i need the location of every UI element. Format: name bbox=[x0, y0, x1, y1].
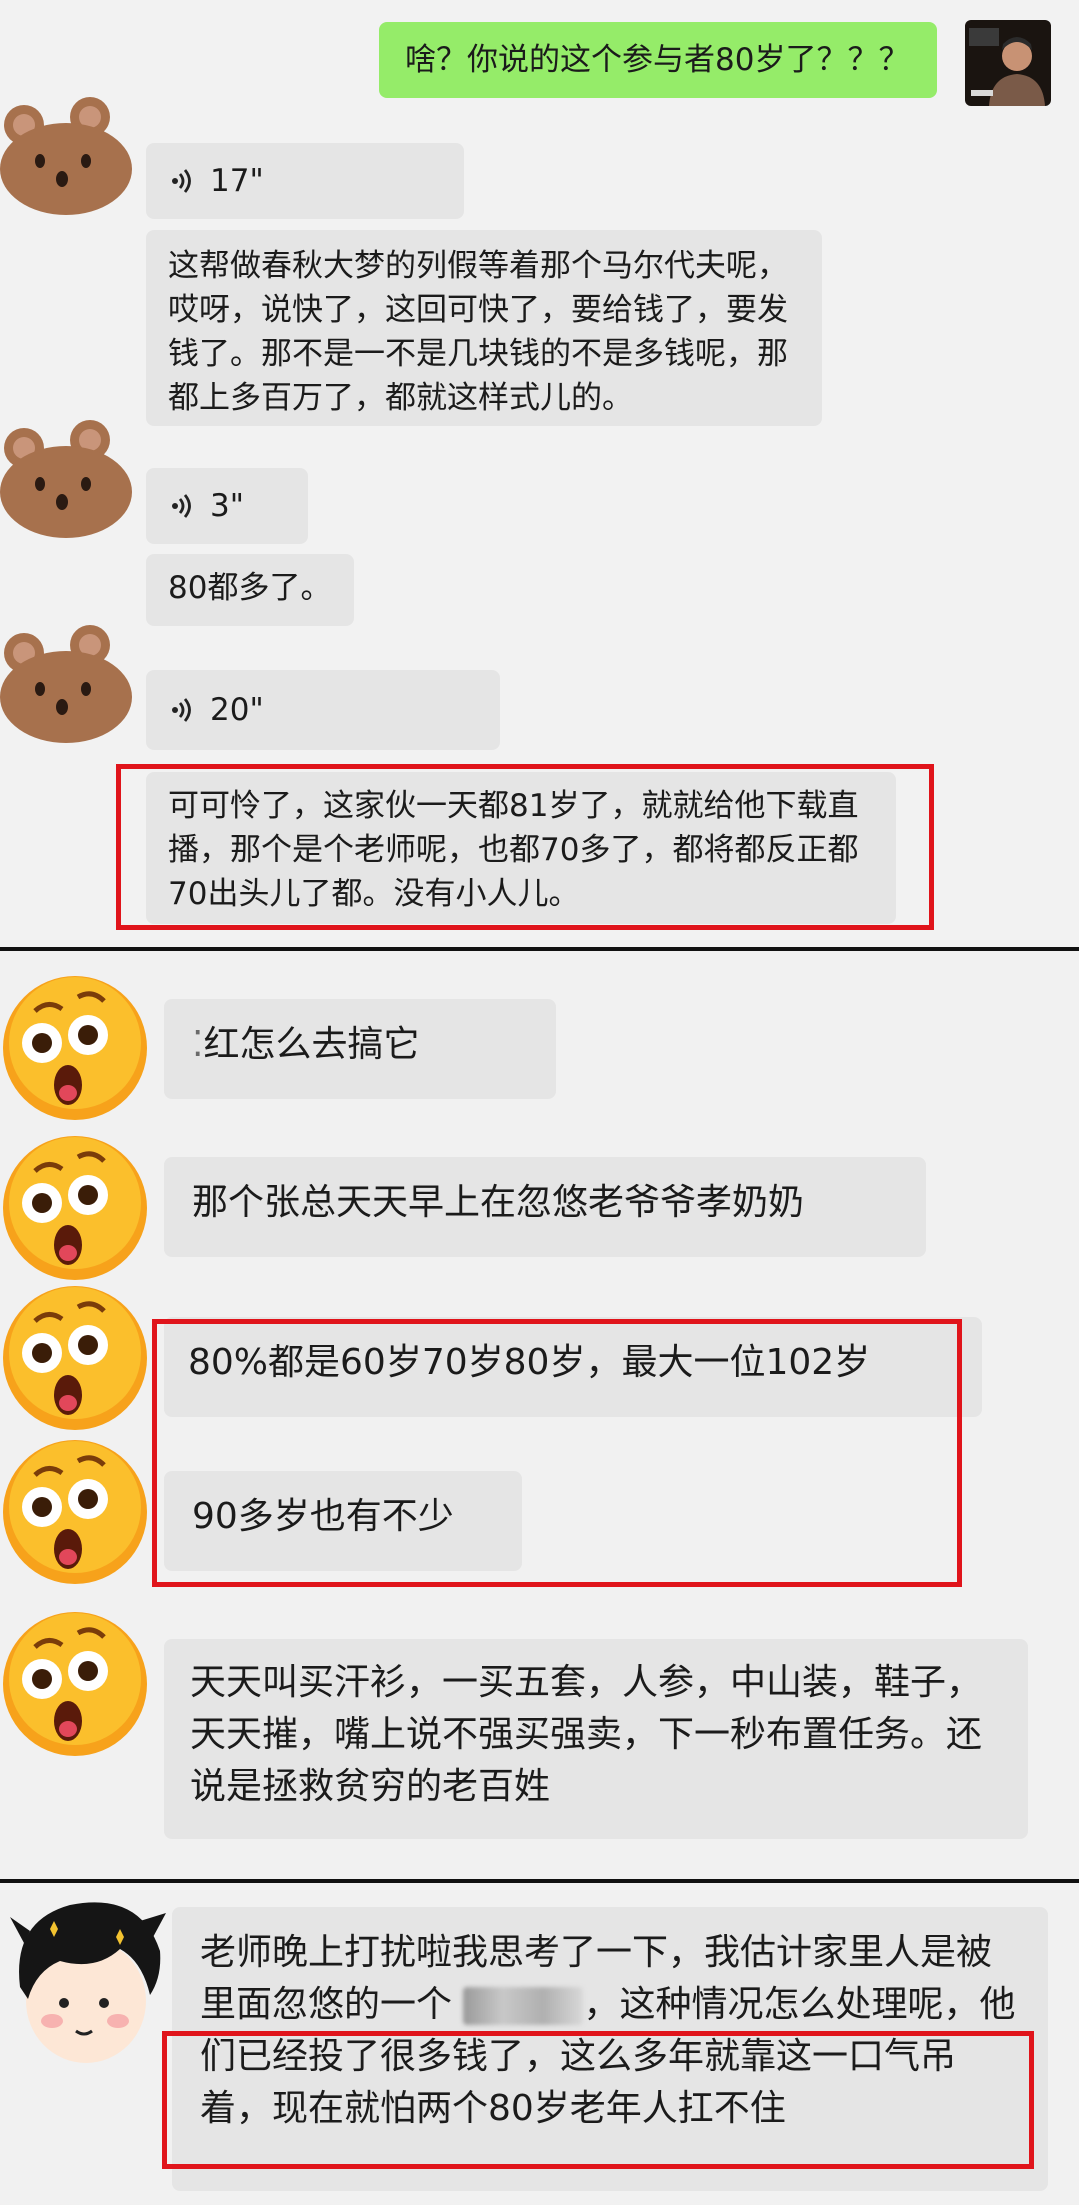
outgoing-message-bubble[interactable]: 啥？你说的这个参与者80岁了？？？ bbox=[379, 22, 937, 98]
highlight-box bbox=[152, 1319, 962, 1587]
user-photo-avatar[interactable] bbox=[965, 20, 1051, 106]
shocked-emoji-avatar[interactable] bbox=[0, 973, 150, 1123]
redacted-text bbox=[463, 1987, 584, 2025]
voice-duration: 3" bbox=[210, 488, 244, 524]
outgoing-message-text: 啥？你说的这个参与者80岁了？？？ bbox=[405, 42, 910, 78]
voice-message-17[interactable]: 17" bbox=[146, 143, 464, 219]
shocked-emoji-avatar[interactable] bbox=[0, 1283, 150, 1433]
message-bubble[interactable]: 那个张总天天早上在忽悠老爷爷孝奶奶 bbox=[164, 1157, 926, 1257]
highlight-box bbox=[116, 764, 934, 930]
bear-avatar[interactable] bbox=[0, 418, 142, 538]
voice-message-3[interactable]: 3" bbox=[146, 468, 308, 544]
voice-duration: 17" bbox=[210, 163, 264, 199]
message-text: 红怎么去搞它 bbox=[203, 1024, 420, 1065]
message-text: 这帮做春秋大梦的列假等着那个马尔代夫呢，哎呀，说快了，这回可快了，要给钱了，要发… bbox=[168, 248, 788, 416]
message-text: 那个张总天天早上在忽悠老爷爷孝奶奶 bbox=[192, 1182, 805, 1223]
bear-avatar[interactable] bbox=[0, 623, 142, 743]
highlight-box bbox=[162, 2031, 1034, 2169]
message-bubble[interactable]: 这帮做春秋大梦的列假等着那个马尔代夫呢，哎呀，说快了，这回可快了，要给钱了，要发… bbox=[146, 230, 822, 426]
bear-avatar[interactable] bbox=[0, 95, 142, 215]
chat-screenshot-3: 老师晚上打扰啦我思考了一下，我估计家里人是被里面忽悠的一个 ，这种情况怎么处理呢… bbox=[0, 1883, 1079, 2205]
message-bubble[interactable]: ⁚红怎么去搞它 bbox=[164, 999, 556, 1099]
cartoon-boy-avatar[interactable] bbox=[0, 1891, 172, 2071]
message-text: 80都多了。 bbox=[168, 570, 332, 606]
voice-wave-icon bbox=[172, 698, 191, 722]
message-bubble[interactable]: 80都多了。 bbox=[146, 554, 354, 626]
message-bubble[interactable]: 天天叫买汗衫，一买五套，人参，中山装，鞋子，天天摧，嘴上说不强买强卖，下一秒布置… bbox=[164, 1639, 1028, 1839]
shocked-emoji-avatar[interactable] bbox=[0, 1133, 150, 1283]
chat-screenshot-2: ⁚红怎么去搞它 那个张总天天早上在忽悠老爷爷孝奶奶 80%都是60岁70岁80岁… bbox=[0, 951, 1079, 1879]
voice-wave-icon bbox=[172, 169, 191, 193]
shocked-emoji-avatar[interactable] bbox=[0, 1437, 150, 1587]
chat-screenshot-1: 啥？你说的这个参与者80岁了？？？ 17" 这帮做春秋大梦的列假等着那个马尔代夫… bbox=[0, 0, 1079, 947]
shocked-emoji-avatar[interactable] bbox=[0, 1609, 150, 1759]
voice-message-20[interactable]: 20" bbox=[146, 670, 500, 750]
voice-duration: 20" bbox=[210, 692, 264, 728]
voice-wave-icon bbox=[172, 494, 191, 518]
message-text: 天天叫买汗衫，一买五套，人参，中山装，鞋子，天天摧，嘴上说不强买强卖，下一秒布置… bbox=[190, 1662, 983, 1807]
message-prefix-mark: ⁚ bbox=[192, 1024, 204, 1065]
